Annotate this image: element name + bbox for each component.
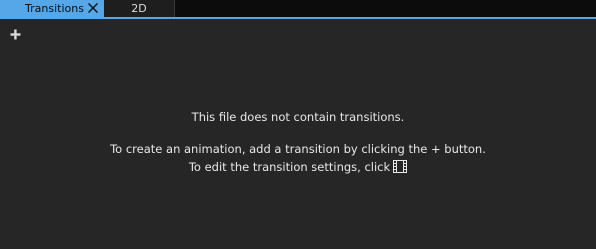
tab-underline bbox=[0, 17, 596, 19]
empty-state-title: This file does not contain transitions. bbox=[191, 110, 405, 124]
film-icon bbox=[393, 160, 408, 173]
tab-2d-label: 2D bbox=[131, 2, 147, 15]
empty-state-hint-edit: To edit the transition settings, click bbox=[0, 160, 596, 174]
plus-icon bbox=[10, 29, 21, 40]
close-icon[interactable] bbox=[87, 2, 99, 14]
tab-transitions-label: Transitions bbox=[25, 2, 84, 15]
tab-2d[interactable]: 2D bbox=[104, 0, 175, 17]
transitions-panel: Transitions 2D This file does not contai… bbox=[0, 0, 596, 249]
add-transition-button[interactable] bbox=[10, 29, 21, 40]
empty-state-hint-create: To create an animation, add a transition… bbox=[110, 142, 486, 156]
tab-bar: Transitions 2D bbox=[0, 0, 596, 17]
empty-state-hint-edit-text: To edit the transition settings, click bbox=[188, 160, 391, 174]
tab-transitions[interactable]: Transitions bbox=[0, 0, 104, 17]
